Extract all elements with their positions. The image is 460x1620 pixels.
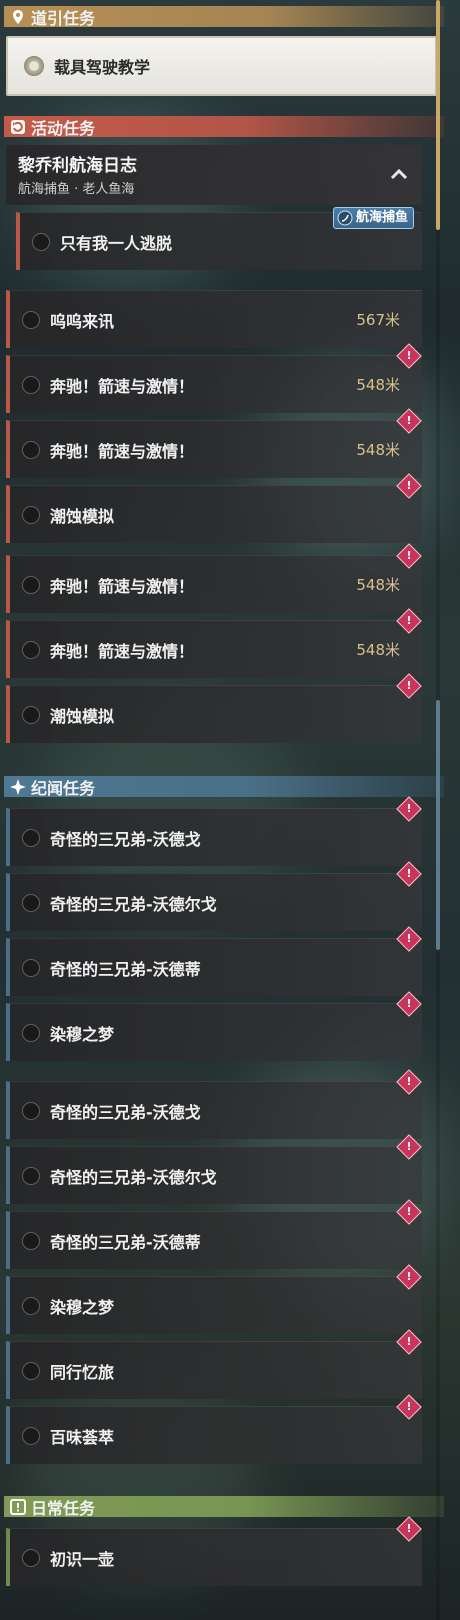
guide-task-card[interactable]: 载具驾驶教学 [6,36,437,96]
task-status-icon [22,1361,40,1380]
task-row[interactable]: 潮蚀模拟! [6,673,422,743]
task-title: 奇怪的三兄弟-沃德蒂 [50,959,201,979]
task-status-icon [24,56,44,76]
task-status-icon [22,893,40,912]
task-title: 染穆之梦 [50,1024,115,1044]
task-row[interactable]: 百味荟萃! [6,1394,422,1464]
section-header-guide[interactable]: 道引任务 [4,6,444,28]
task-row[interactable]: 奇怪的三兄弟-沃德尔戈! [6,861,422,931]
section-header-lore[interactable]: 纪闻任务 [4,776,444,798]
task-status-icon [22,705,40,724]
task-status-icon [22,1296,40,1315]
task-status-icon [22,505,40,524]
task-title: 初识一壶 [50,1549,115,1569]
task-title: 染穆之梦 [50,1297,115,1317]
task-tag: 航海捕鱼 [332,207,414,229]
section-label: 道引任务 [31,8,96,28]
task-status-icon [22,1101,40,1120]
task-row[interactable]: 奔驰！箭速与激情！ 548米! [6,408,422,478]
task-row[interactable]: 奔驰！箭速与激情！ 548米! [6,343,422,413]
exclaim-box-icon [10,1498,26,1515]
task-row[interactable]: 同行忆旅! [6,1329,422,1399]
task-title: 只有我一人逃脱 [60,233,173,253]
task-distance: 548米 [356,376,400,394]
scrollbar-thumb-secondary[interactable] [436,700,440,950]
task-status-icon [22,828,40,847]
task-row[interactable]: 奇怪的三兄弟-沃德戈! [6,796,422,866]
task-row[interactable]: 奇怪的三兄弟-沃德蒂! [6,926,422,996]
task-row[interactable]: 初识一壶! [6,1516,422,1586]
task-status-icon [22,958,40,977]
task-list-panel: 道引任务 载具驾驶教学 活动任务 黎乔利航海日志 航海捕鱼 · 老人鱼海 只有我… [0,0,460,1620]
task-row[interactable]: 呜呜来讯 567米 [6,290,422,348]
alert-diamond-icon: ! [396,1069,422,1095]
alert-diamond-icon: ! [396,1516,422,1542]
task-status-icon [22,575,40,594]
sparkle-icon [10,778,26,795]
scrollbar[interactable] [436,0,440,1620]
task-title: 奇怪的三兄弟-沃德蒂 [50,1232,201,1252]
task-title: 百味荟萃 [50,1427,115,1447]
task-title: 奇怪的三兄弟-沃德戈 [50,1102,201,1122]
scrollbar-thumb[interactable] [436,0,440,230]
task-title: 奔驰！箭速与激情！ [50,576,195,596]
task-status-icon [22,440,40,459]
refresh-icon [10,119,26,135]
task-row[interactable]: 染穆之梦! [6,1264,422,1334]
section-label: 纪闻任务 [31,778,96,798]
task-status-icon [22,1231,40,1250]
section-header-daily[interactable]: 日常任务 [4,1496,444,1518]
map-pin-icon [10,9,26,25]
task-title: 奔驰！箭速与激情！ [50,641,195,661]
task-row[interactable]: 奔驰！箭速与激情！ 548米! [6,608,422,678]
task-row[interactable]: 奇怪的三兄弟-沃德戈! [6,1069,422,1139]
task-row[interactable]: 染穆之梦! [6,991,422,1061]
task-title: 奇怪的三兄弟-沃德尔戈 [50,1167,217,1187]
task-row[interactable]: 只有我一人逃脱 航海捕鱼 [16,207,422,270]
task-title: 奔驰！箭速与激情！ [50,376,195,396]
alert-diamond-icon: ! [396,796,422,822]
chevron-up-icon[interactable] [390,167,408,181]
quest-chain-card[interactable]: 黎乔利航海日志 航海捕鱼 · 老人鱼海 [6,145,422,205]
task-row[interactable]: 奇怪的三兄弟-沃德尔戈! [6,1134,422,1204]
task-title: 同行忆旅 [50,1362,115,1382]
section-label: 活动任务 [31,118,96,138]
task-title: 载具驾驶教学 [54,58,151,77]
task-row[interactable]: 奔驰！箭速与激情！ 548米! [6,543,422,613]
task-status-icon [22,310,40,329]
task-status-icon [22,1023,40,1042]
task-status-icon [22,640,40,659]
task-status-icon [32,232,50,251]
task-distance: 567米 [356,311,400,329]
quest-chain-subtitle: 航海捕鱼 · 老人鱼海 [18,182,135,197]
task-distance: 548米 [356,641,400,659]
task-title: 奇怪的三兄弟-沃德戈 [50,829,201,849]
alert-diamond-icon: ! [396,543,422,569]
task-distance: 548米 [356,441,400,459]
task-title: 奔驰！箭速与激情！ [50,441,195,461]
task-title: 奇怪的三兄弟-沃德尔戈 [50,894,217,914]
quest-chain-title: 黎乔利航海日志 [18,156,137,176]
task-title: 潮蚀模拟 [50,506,115,526]
section-label: 日常任务 [31,1498,96,1518]
task-distance: 548米 [356,576,400,594]
task-tag-label: 航海捕鱼 [355,210,408,225]
task-status-icon [22,375,40,394]
task-title: 呜呜来讯 [50,311,115,331]
task-row[interactable]: 奇怪的三兄弟-沃德蒂! [6,1199,422,1269]
task-status-icon [22,1426,40,1445]
task-status-icon [22,1548,40,1567]
fishing-icon [337,210,353,226]
task-title: 潮蚀模拟 [50,706,115,726]
task-row[interactable]: 潮蚀模拟! [6,473,422,543]
section-header-event[interactable]: 活动任务 [4,116,444,138]
task-status-icon [22,1166,40,1185]
